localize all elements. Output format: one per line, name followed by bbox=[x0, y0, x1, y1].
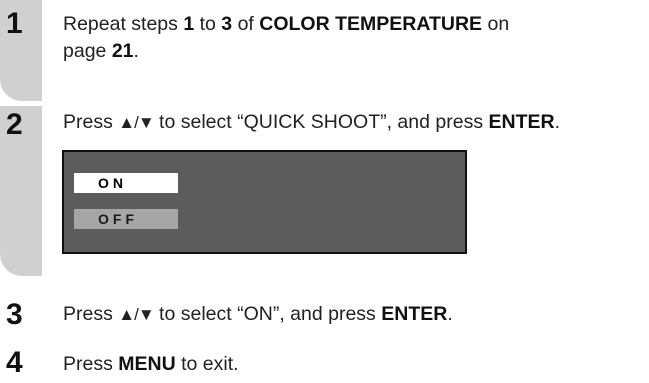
step-3-text: Press ▲/▼ to select “ON”, and press ENTE… bbox=[63, 301, 453, 328]
step-1-text-part: page bbox=[63, 40, 112, 62]
osd-option-off[interactable]: OFF bbox=[74, 209, 178, 229]
step-1-text-part: to bbox=[194, 13, 222, 35]
osd-menu-panel: ON OFF bbox=[62, 150, 467, 254]
step-1-bold-page-number: 21 bbox=[111, 40, 134, 62]
step-1-text-part: . bbox=[133, 40, 139, 62]
step-3-bold-enter: ENTER bbox=[381, 303, 448, 325]
step-1-text-part: on bbox=[482, 13, 510, 35]
step-2-text-part: . bbox=[554, 111, 560, 133]
step-1-text: Repeat steps 1 to 3 of COLOR TEMPERATURE… bbox=[63, 11, 509, 65]
step-3-number: 3 bbox=[6, 298, 23, 331]
step-2-text: Press ▲/▼ to select “QUICK SHOOT”, and p… bbox=[63, 109, 560, 136]
step-2-bold-enter: ENTER bbox=[488, 111, 555, 133]
step-1-bold-step-start: 1 bbox=[183, 13, 195, 35]
step-1-line-1: Repeat steps 1 to 3 of COLOR TEMPERATURE… bbox=[63, 11, 509, 38]
osd-option-on[interactable]: ON bbox=[74, 173, 178, 193]
step-4-bold-menu: MENU bbox=[118, 353, 176, 375]
step-2-number: 2 bbox=[6, 108, 23, 141]
step-2-text-part: Press bbox=[63, 111, 119, 133]
up-down-arrows-icon: ▲/▼ bbox=[118, 305, 154, 324]
step-3-text-part: . bbox=[447, 303, 453, 325]
step-1-bold-step-end: 3 bbox=[221, 13, 233, 35]
step-4-text: Press MENU to exit. bbox=[63, 351, 239, 378]
step-1-text-part: Repeat steps bbox=[63, 13, 184, 35]
step-3-text-part: to select “ON”, and press bbox=[153, 303, 382, 325]
step-4-number: 4 bbox=[6, 346, 23, 379]
step-1-number: 1 bbox=[6, 7, 23, 40]
step-1-text-part: of bbox=[232, 13, 260, 35]
up-down-arrows-icon: ▲/▼ bbox=[118, 113, 154, 132]
step-1-bold-section-name: COLOR TEMPERATURE bbox=[259, 13, 483, 35]
step-4-text-part: Press bbox=[63, 353, 119, 375]
step-2-text-part: to select “QUICK SHOOT”, and press bbox=[153, 111, 489, 133]
step-3-text-part: Press bbox=[63, 303, 119, 325]
step-1-line-2: page 21. bbox=[63, 38, 509, 65]
step-4-text-part: to exit. bbox=[175, 353, 239, 375]
